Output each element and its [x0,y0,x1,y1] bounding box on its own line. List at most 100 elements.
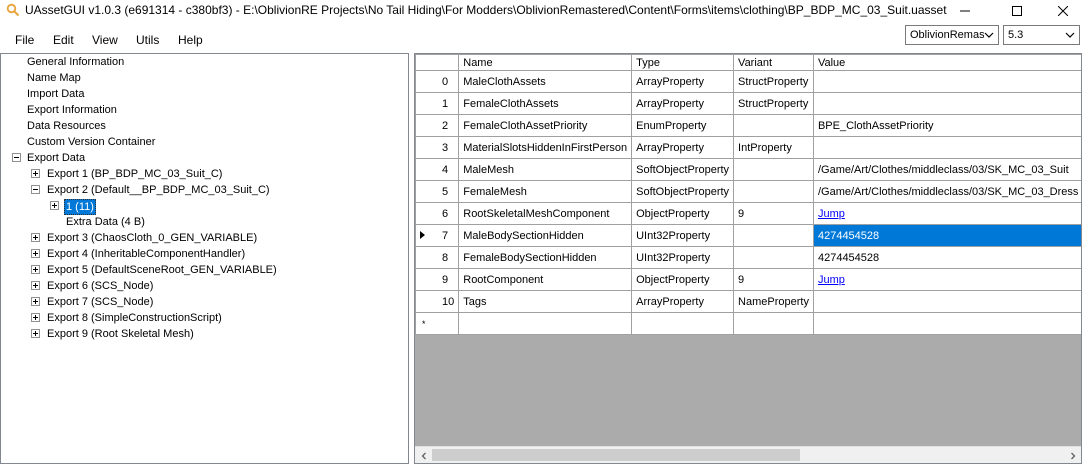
table-row[interactable]: 2 FemaleClothAssetPriority EnumProperty … [415,114,1081,137]
tree-node-export-9[interactable]: Export 9 (Root Skeletal Mesh) [1,326,401,342]
asset-tree-view[interactable]: General Information Name Map Import Data… [0,53,409,464]
engine-version-select[interactable]: 5.3 [1003,25,1080,45]
expand-icon[interactable] [31,281,40,290]
expand-icon[interactable] [31,233,40,242]
table-row[interactable]: 1 FemaleClothAssets ArrayProperty Struct… [415,92,1081,115]
cell-type[interactable]: ObjectProperty [631,268,735,291]
cell-variant[interactable] [733,180,814,203]
tree-node-extra-data[interactable]: Extra Data (4 B) [1,214,401,230]
cell-variant[interactable]: StructProperty [733,92,814,115]
tree-node-export-4[interactable]: Export 4 (InheritableComponentHandler) [1,246,401,262]
maximize-button[interactable] [994,0,1040,22]
cell-value[interactable] [812,312,1081,335]
cell-value-selected[interactable]: 4274454528 [812,224,1081,247]
table-row[interactable]: 8 FemaleBodySectionHidden UInt32Property… [415,246,1081,269]
cell-name[interactable]: FemaleMesh [458,180,633,203]
cell-name[interactable]: MaleClothAssets [458,70,633,93]
table-new-row[interactable]: * [415,312,1081,335]
column-header-type[interactable]: Type [631,54,735,71]
cell-name[interactable]: RootSkeletalMeshComponent [458,202,633,225]
cell-value-jump-link[interactable]: Jump [812,268,1081,291]
collapse-icon[interactable] [31,185,40,194]
column-header-index[interactable] [415,54,460,71]
tree-node-name-map[interactable]: Name Map [1,70,401,86]
table-row[interactable]: 0 MaleClothAssets ArrayProperty StructPr… [415,70,1081,93]
cell-value[interactable] [812,290,1081,313]
cell-variant[interactable] [733,224,814,247]
tree-node-export-5[interactable]: Export 5 (DefaultSceneRoot_GEN_VARIABLE) [1,262,401,278]
jump-link[interactable]: Jump [818,208,845,220]
cell-variant[interactable] [733,312,814,335]
cell-variant[interactable] [733,158,814,181]
table-row[interactable]: 4 MaleMesh SoftObjectProperty /Game/Art/… [415,158,1081,181]
table-row[interactable]: 6 RootSkeletalMeshComponent ObjectProper… [415,202,1081,225]
cell-variant[interactable]: 9 [733,202,814,225]
scroll-thumb[interactable] [432,449,800,461]
tree-node-export-data[interactable]: Export Data [1,150,401,166]
cell-type[interactable]: ObjectProperty [631,202,735,225]
cell-name[interactable]: FemaleClothAssets [458,92,633,115]
cell-variant[interactable] [733,246,814,269]
menu-file[interactable]: File [15,33,34,47]
tree-node-export-information[interactable]: Export Information [1,102,401,118]
cell-variant[interactable]: StructProperty [733,70,814,93]
menu-edit[interactable]: Edit [53,33,74,47]
menu-help[interactable]: Help [178,33,203,47]
horizontal-scrollbar[interactable] [415,446,1081,463]
cell-type[interactable]: UInt32Property [631,224,735,247]
jump-link[interactable]: Jump [818,274,845,286]
cell-type[interactable]: SoftObjectProperty [631,180,735,203]
expand-icon[interactable] [31,249,40,258]
expand-icon[interactable] [31,265,40,274]
expand-icon[interactable] [31,169,40,178]
table-row[interactable]: 10 Tags ArrayProperty NameProperty [415,290,1081,313]
tree-node-general-information[interactable]: General Information [1,54,401,70]
cell-type[interactable] [631,312,735,335]
cell-value[interactable]: BPE_ClothAssetPriority [812,114,1081,137]
tree-node-export-6[interactable]: Export 6 (SCS_Node) [1,278,401,294]
table-row[interactable]: 5 FemaleMesh SoftObjectProperty /Game/Ar… [415,180,1081,203]
tree-node-export-2[interactable]: Export 2 (Default__BP_BDP_MC_03_Suit_C) [1,182,401,198]
scroll-left-button[interactable] [415,447,432,464]
cell-name[interactable]: MaleMesh [458,158,633,181]
cell-variant[interactable]: IntProperty [733,136,814,159]
table-row[interactable]: 3 MaterialSlotsHiddenInFirstPerson Array… [415,136,1081,159]
cell-name[interactable]: FemaleBodySectionHidden [458,246,633,269]
tree-node-data-resources[interactable]: Data Resources [1,118,401,134]
column-header-name[interactable]: Name [458,54,633,71]
cell-variant[interactable] [733,114,814,137]
property-grid[interactable]: Name Type Variant Value 0 MaleClothAsset… [414,53,1082,464]
cell-name[interactable]: FemaleClothAssetPriority [458,114,633,137]
expand-icon[interactable] [31,329,40,338]
game-version-select[interactable]: OblivionRemastered [905,25,999,45]
table-row-selected[interactable]: 7 MaleBodySectionHidden UInt32Property 4… [415,224,1081,247]
cell-value[interactable]: /Game/Art/Clothes/middleclass/03/SK_MC_0… [812,180,1081,203]
menu-utils[interactable]: Utils [136,33,159,47]
tree-node-export-8[interactable]: Export 8 (SimpleConstructionScript) [1,310,401,326]
cell-name[interactable]: MaleBodySectionHidden [458,224,633,247]
cell-value[interactable] [812,136,1081,159]
cell-value[interactable]: /Game/Art/Clothes/middleclass/03/SK_MC_0… [812,158,1081,181]
collapse-icon[interactable] [12,153,21,162]
scroll-right-button[interactable] [1064,447,1081,464]
cell-value[interactable]: 4274454528 [812,246,1081,269]
cell-type[interactable]: EnumProperty [631,114,735,137]
cell-name[interactable]: RootComponent [458,268,633,291]
cell-name[interactable] [458,312,633,335]
cell-type[interactable]: ArrayProperty [631,70,735,93]
cell-variant[interactable]: 9 [733,268,814,291]
column-header-value[interactable]: Value [812,54,1081,71]
cell-type[interactable]: UInt32Property [631,246,735,269]
cell-type[interactable]: ArrayProperty [631,92,735,115]
tree-node-custom-version-container[interactable]: Custom Version Container [1,134,401,150]
cell-name[interactable]: Tags [458,290,633,313]
cell-name[interactable]: MaterialSlotsHiddenInFirstPerson [458,136,633,159]
column-header-variant[interactable]: Variant [733,54,814,71]
minimize-button[interactable] [942,0,988,22]
tree-node-export-7[interactable]: Export 7 (SCS_Node) [1,294,401,310]
close-button[interactable] [1040,0,1082,22]
table-row[interactable]: 9 RootComponent ObjectProperty 9 Jump [415,268,1081,291]
cell-value-jump-link[interactable]: Jump [812,202,1081,225]
cell-type[interactable]: ArrayProperty [631,290,735,313]
menu-view[interactable]: View [92,33,118,47]
